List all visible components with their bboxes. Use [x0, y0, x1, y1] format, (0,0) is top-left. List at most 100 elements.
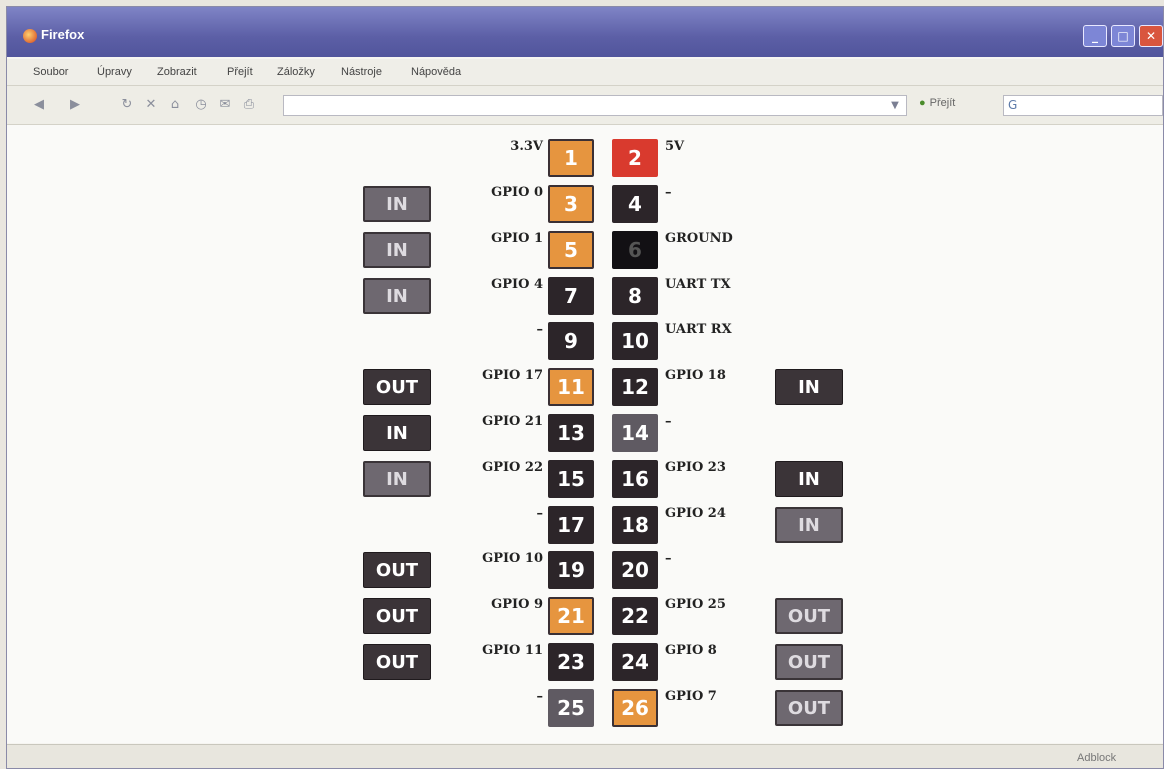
menu-item-napoveda[interactable]: Nápověda — [411, 66, 461, 78]
mode-button-left[interactable]: IN — [363, 461, 431, 497]
menu-item-zalozky[interactable]: Záložky — [277, 66, 315, 78]
pin: 14 — [612, 414, 658, 452]
mode-button-left[interactable]: IN — [363, 415, 431, 451]
pin-label-right: GROUND — [665, 231, 733, 246]
pin: 5 — [548, 231, 594, 269]
mode-button-right[interactable]: IN — [775, 369, 843, 405]
pin: 6 — [612, 231, 658, 269]
reload-icon[interactable]: ↻ — [119, 97, 135, 113]
mode-button-right[interactable]: OUT — [775, 644, 843, 680]
pin-label-left: 3.3V — [510, 139, 543, 154]
menu-item-upravy[interactable]: Úpravy — [97, 66, 132, 78]
mode-button-left[interactable]: IN — [363, 278, 431, 314]
pin-label-right: 5V — [665, 139, 685, 154]
pin-label-right: GPIO 24 — [665, 506, 726, 521]
pin-label-left: GPIO 10 — [482, 551, 543, 566]
pin: 25 — [548, 689, 594, 727]
mode-button-right[interactable]: IN — [775, 461, 843, 497]
pin: 7 — [548, 277, 594, 315]
pin: 13 — [548, 414, 594, 452]
mode-button-right[interactable]: IN — [775, 507, 843, 543]
close-button[interactable]: ✕ — [1139, 25, 1163, 47]
pin: 8 — [612, 277, 658, 315]
page-content: 3.3V 1 2 5V IN GPIO 0 3 4– IN GPIO 1 5 6 GROUND I… — [7, 125, 1163, 743]
menu-item-zobrazit[interactable]: Zobrazit — [157, 66, 197, 78]
chevron-down-icon[interactable]: ▼ — [887, 98, 903, 114]
pin: 23 — [548, 643, 594, 681]
menu-bar: Soubor Úpravy Zobrazit Přejít Záložky Ná… — [7, 59, 1163, 86]
pin: 9 — [548, 322, 594, 360]
search-engine-icon[interactable]: G — [1008, 98, 1022, 112]
pin: 4 — [612, 185, 658, 223]
menu-item-prejit[interactable]: Přejít — [227, 66, 253, 78]
pin-label-left: GPIO 4 — [491, 277, 543, 292]
pin: 24 — [612, 643, 658, 681]
pin-label-left: – — [536, 506, 544, 521]
pin-label-right: UART TX — [665, 277, 731, 292]
back-icon[interactable]: ◀ — [31, 97, 47, 113]
title-bar: Firefox _ □ ✕ — [7, 7, 1163, 57]
url-input[interactable] — [283, 95, 907, 116]
pin: 18 — [612, 506, 658, 544]
pin-label-left: GPIO 1 — [491, 231, 543, 246]
mode-button-left[interactable]: OUT — [363, 644, 431, 680]
firefox-icon — [23, 29, 37, 43]
mode-button-left[interactable]: OUT — [363, 598, 431, 634]
mode-button-right[interactable]: OUT — [775, 690, 843, 726]
pin-label-right: – — [665, 185, 672, 200]
pin-label-left: GPIO 17 — [482, 368, 543, 383]
mode-button-left[interactable]: IN — [363, 232, 431, 268]
pin: 22 — [612, 597, 658, 635]
pin-label-left: GPIO 22 — [482, 460, 543, 475]
menu-item-nastroje[interactable]: Nástroje — [341, 66, 382, 78]
stop-icon[interactable]: ✕ — [143, 97, 159, 113]
pin-label-right: GPIO 23 — [665, 460, 726, 475]
pin-label-right: GPIO 25 — [665, 597, 726, 612]
menu-item-soubor[interactable]: Soubor — [33, 66, 68, 78]
pin: 3 — [548, 185, 594, 223]
pin: 12 — [612, 368, 658, 406]
search-input[interactable]: G — [1003, 95, 1163, 116]
pin: 16 — [612, 460, 658, 498]
pin-label-right: – — [665, 551, 672, 566]
status-text: Adblock — [1077, 752, 1117, 764]
pin-label-right: – — [665, 414, 672, 429]
mode-button-left[interactable]: IN — [363, 186, 431, 222]
pin-label-left: GPIO 9 — [491, 597, 543, 612]
pin-label-left: GPIO 21 — [482, 414, 543, 429]
maximize-button[interactable]: □ — [1111, 25, 1135, 47]
mode-button-right[interactable]: OUT — [775, 598, 843, 634]
mode-button-left[interactable]: OUT — [363, 369, 431, 405]
pin-label-right: GPIO 8 — [665, 643, 717, 658]
go-label: Přejít — [929, 97, 956, 109]
pin-label-right: GPIO 7 — [665, 689, 717, 704]
pin: 2 — [612, 139, 658, 177]
pin: 20 — [612, 551, 658, 589]
mode-button-left[interactable]: OUT — [363, 552, 431, 588]
pin: 1 — [548, 139, 594, 177]
status-bar: Adblock — [7, 744, 1163, 768]
pin-label-left: GPIO 0 — [491, 185, 543, 200]
pin-label-right: UART RX — [665, 322, 732, 337]
pin: 21 — [548, 597, 594, 635]
bookmarks-icon[interactable]: ✉ — [217, 97, 233, 113]
browser-window: Firefox _ □ ✕ Soubor Úpravy Zobrazit Pře… — [6, 6, 1164, 769]
pin: 17 — [548, 506, 594, 544]
navigation-toolbar: ◀ ▶ ↻ ✕ ⌂ ◷ ✉ ⎙ ▼ ● Přejít G — [7, 86, 1163, 125]
pin: 10 — [612, 322, 658, 360]
home-icon[interactable]: ⌂ — [167, 97, 183, 113]
pin-label-left: – — [536, 689, 544, 704]
print-icon[interactable]: ⎙ — [241, 97, 257, 113]
window-title: Firefox — [41, 27, 85, 42]
pin-label-left: – — [536, 322, 544, 337]
pin: 15 — [548, 460, 594, 498]
pin: 11 — [548, 368, 594, 406]
pin: 26 — [612, 689, 658, 727]
pin-label-right: GPIO 18 — [665, 368, 726, 383]
pin-label-left: GPIO 11 — [482, 643, 543, 658]
minimize-button[interactable]: _ — [1083, 25, 1107, 47]
history-icon[interactable]: ◷ — [193, 97, 209, 113]
forward-icon[interactable]: ▶ — [67, 97, 83, 113]
go-button[interactable]: ● Přejít — [919, 97, 955, 109]
pin: 19 — [548, 551, 594, 589]
